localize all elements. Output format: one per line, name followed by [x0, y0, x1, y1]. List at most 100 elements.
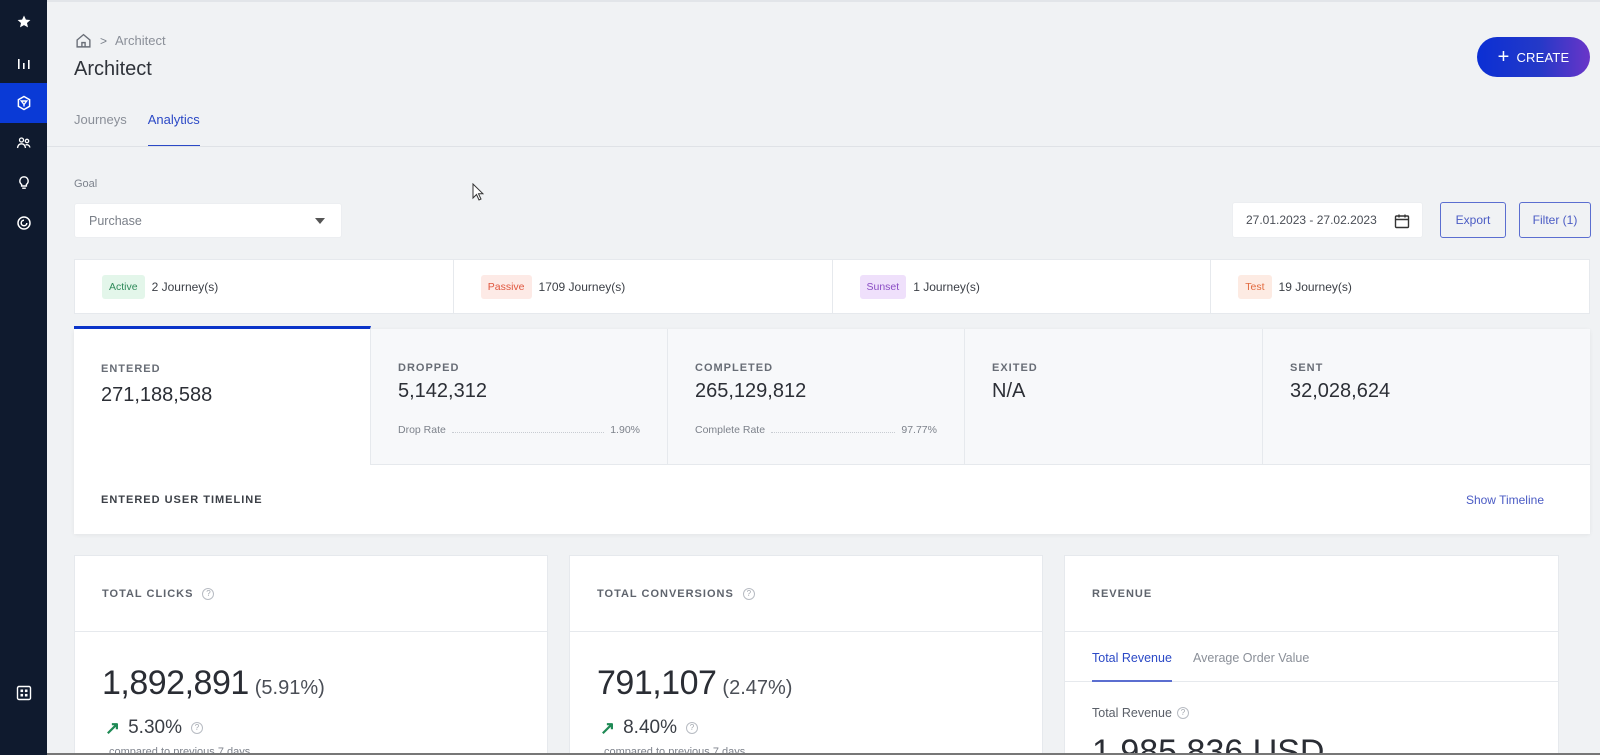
metric-value: 271,188,588 [101, 384, 213, 406]
plus-icon: + [1497, 46, 1510, 68]
complete-rate: Complete Rate 97.77% [695, 424, 937, 436]
status-passive[interactable]: Passive 1709 Journey(s) [454, 260, 833, 313]
change-value: 8.40% [623, 717, 677, 738]
rate-value: 97.77% [901, 424, 937, 436]
status-count: 2 Journey(s) [151, 279, 219, 294]
metric-value: 5,142,312 [398, 380, 487, 402]
total-clicks-card: TOTAL CLICKS ? 1,892,891 (5.91%) ↗ 5.30%… [74, 555, 548, 755]
main-content: > Architect Architect + CREATE Journeys … [47, 0, 1600, 755]
help-icon[interactable]: ? [202, 588, 215, 600]
page-title: Architect [74, 58, 152, 80]
help-icon[interactable]: ? [742, 588, 755, 600]
dotted-leader [451, 432, 605, 433]
tab-journeys[interactable]: Journeys [74, 112, 127, 147]
sidebar-item-analytics[interactable] [0, 43, 47, 83]
metric-label: SENT [1290, 362, 1324, 374]
conversions-count: 791,107 [597, 664, 717, 702]
show-timeline-link[interactable]: Show Timeline [1466, 493, 1544, 507]
metric-value: N/A [992, 380, 1026, 402]
conversions-value: 791,107 (2.47%) [597, 664, 792, 703]
revenue-card: REVENUE Total Revenue Average Order Valu… [1064, 555, 1559, 755]
mouse-cursor-icon [472, 183, 484, 201]
clicks-count: 1,892,891 [102, 664, 249, 702]
goal-select-value: Purchase [89, 213, 142, 228]
tab-total-revenue[interactable]: Total Revenue [1092, 651, 1172, 682]
target-icon [16, 216, 31, 230]
total-conversions-card: TOTAL CONVERSIONS ? 791,107 (2.47%) ↗ 8.… [569, 555, 1043, 755]
revenue-value: 1,985,836 USD [1092, 734, 1325, 755]
grid-icon [16, 685, 31, 701]
status-badge-passive: Passive [480, 274, 532, 299]
change-value: 5.30% [128, 717, 182, 738]
help-icon[interactable]: ? [190, 722, 203, 734]
status-test[interactable]: Test 19 Journey(s) [1211, 260, 1589, 313]
metric-exited[interactable]: EXITED N/A [965, 329, 1263, 465]
revenue-sub-label-text: Total Revenue [1092, 706, 1172, 720]
tabs-divider [47, 146, 1600, 147]
sidebar-item-favorites[interactable] [0, 2, 47, 42]
card-header: TOTAL CONVERSIONS ? [570, 556, 1042, 632]
calendar-icon [1394, 214, 1410, 229]
create-label: CREATE [1516, 49, 1570, 65]
status-badge-test: Test [1238, 274, 1272, 299]
clicks-percent: (5.91%) [254, 677, 325, 699]
status-active[interactable]: Active 2 Journey(s) [75, 260, 454, 313]
breadcrumb-separator: > [100, 33, 108, 48]
home-icon[interactable] [75, 32, 92, 49]
sidebar [0, 0, 47, 755]
breadcrumb: > Architect [75, 32, 166, 49]
filter-button[interactable]: Filter (1) [1519, 202, 1591, 238]
sidebar-item-insights[interactable] [0, 163, 47, 203]
date-range-picker[interactable]: 27.01.2023 - 27.02.2023 [1232, 202, 1423, 238]
tab-bar: Journeys Analytics [74, 112, 221, 147]
card-title: TOTAL CLICKS ? [102, 588, 215, 600]
metric-label: DROPPED [398, 362, 460, 374]
status-count: 1709 Journey(s) [538, 279, 626, 294]
clicks-value: 1,892,891 (5.91%) [102, 664, 325, 703]
metric-value: 32,028,624 [1290, 380, 1391, 402]
rate-label: Drop Rate [398, 424, 446, 436]
card-header: TOTAL CLICKS ? [75, 556, 547, 632]
tab-analytics[interactable]: Analytics [147, 112, 200, 147]
help-icon[interactable]: ? [685, 722, 698, 734]
revenue-tabs: Total Revenue Average Order Value [1065, 632, 1558, 682]
metric-entered[interactable]: ENTERED 271,188,588 [74, 326, 371, 465]
card-title-text: TOTAL CONVERSIONS [597, 588, 734, 600]
chevron-down-icon [315, 218, 325, 224]
status-count: 19 Journey(s) [1278, 279, 1352, 294]
sidebar-item-apps[interactable] [0, 673, 47, 713]
export-button[interactable]: Export [1440, 202, 1506, 238]
trend-up-icon: ↗ [600, 717, 616, 738]
clicks-change: ↗ 5.30% ? [105, 717, 203, 739]
conversions-change: ↗ 8.40% ? [600, 717, 698, 739]
timeline-label: ENTERED USER TIMELINE [101, 494, 263, 506]
revenue-sub-label: Total Revenue ? [1092, 706, 1189, 720]
journey-metrics-panel: ENTERED 271,188,588 DROPPED 5,142,312 Dr… [74, 326, 1590, 534]
breadcrumb-current: Architect [115, 33, 166, 48]
card-title: REVENUE [1092, 588, 1153, 600]
help-icon[interactable]: ? [1176, 707, 1189, 719]
star-icon [17, 15, 30, 28]
metric-sent[interactable]: SENT 32,028,624 [1263, 329, 1590, 465]
metric-dropped[interactable]: DROPPED 5,142,312 Drop Rate 1.90% [371, 329, 668, 465]
card-header: REVENUE [1065, 556, 1558, 632]
card-title-text: TOTAL CLICKS [102, 588, 194, 600]
metric-value: 265,129,812 [695, 380, 807, 402]
create-button[interactable]: + CREATE [1477, 37, 1590, 77]
trend-up-icon: ↗ [105, 717, 121, 738]
goal-select[interactable]: Purchase [74, 203, 342, 238]
rate-label: Complete Rate [695, 424, 766, 436]
journey-status-bar: Active 2 Journey(s) Passive 1709 Journey… [74, 259, 1590, 314]
metric-label: EXITED [992, 362, 1038, 374]
metric-completed[interactable]: COMPLETED 265,129,812 Complete Rate 97.7… [668, 329, 965, 465]
card-title: TOTAL CONVERSIONS ? [597, 588, 755, 600]
tab-average-order-value[interactable]: Average Order Value [1193, 651, 1309, 665]
top-border [47, 0, 1600, 2]
status-sunset[interactable]: Sunset 1 Journey(s) [833, 260, 1212, 313]
date-range-value: 27.01.2023 - 27.02.2023 [1246, 213, 1377, 227]
sidebar-item-people[interactable] [0, 123, 47, 163]
sidebar-item-target[interactable] [0, 203, 47, 243]
goal-label: Goal [74, 178, 98, 190]
sidebar-item-architect[interactable] [0, 83, 47, 123]
conversions-percent: (2.47%) [722, 677, 793, 699]
